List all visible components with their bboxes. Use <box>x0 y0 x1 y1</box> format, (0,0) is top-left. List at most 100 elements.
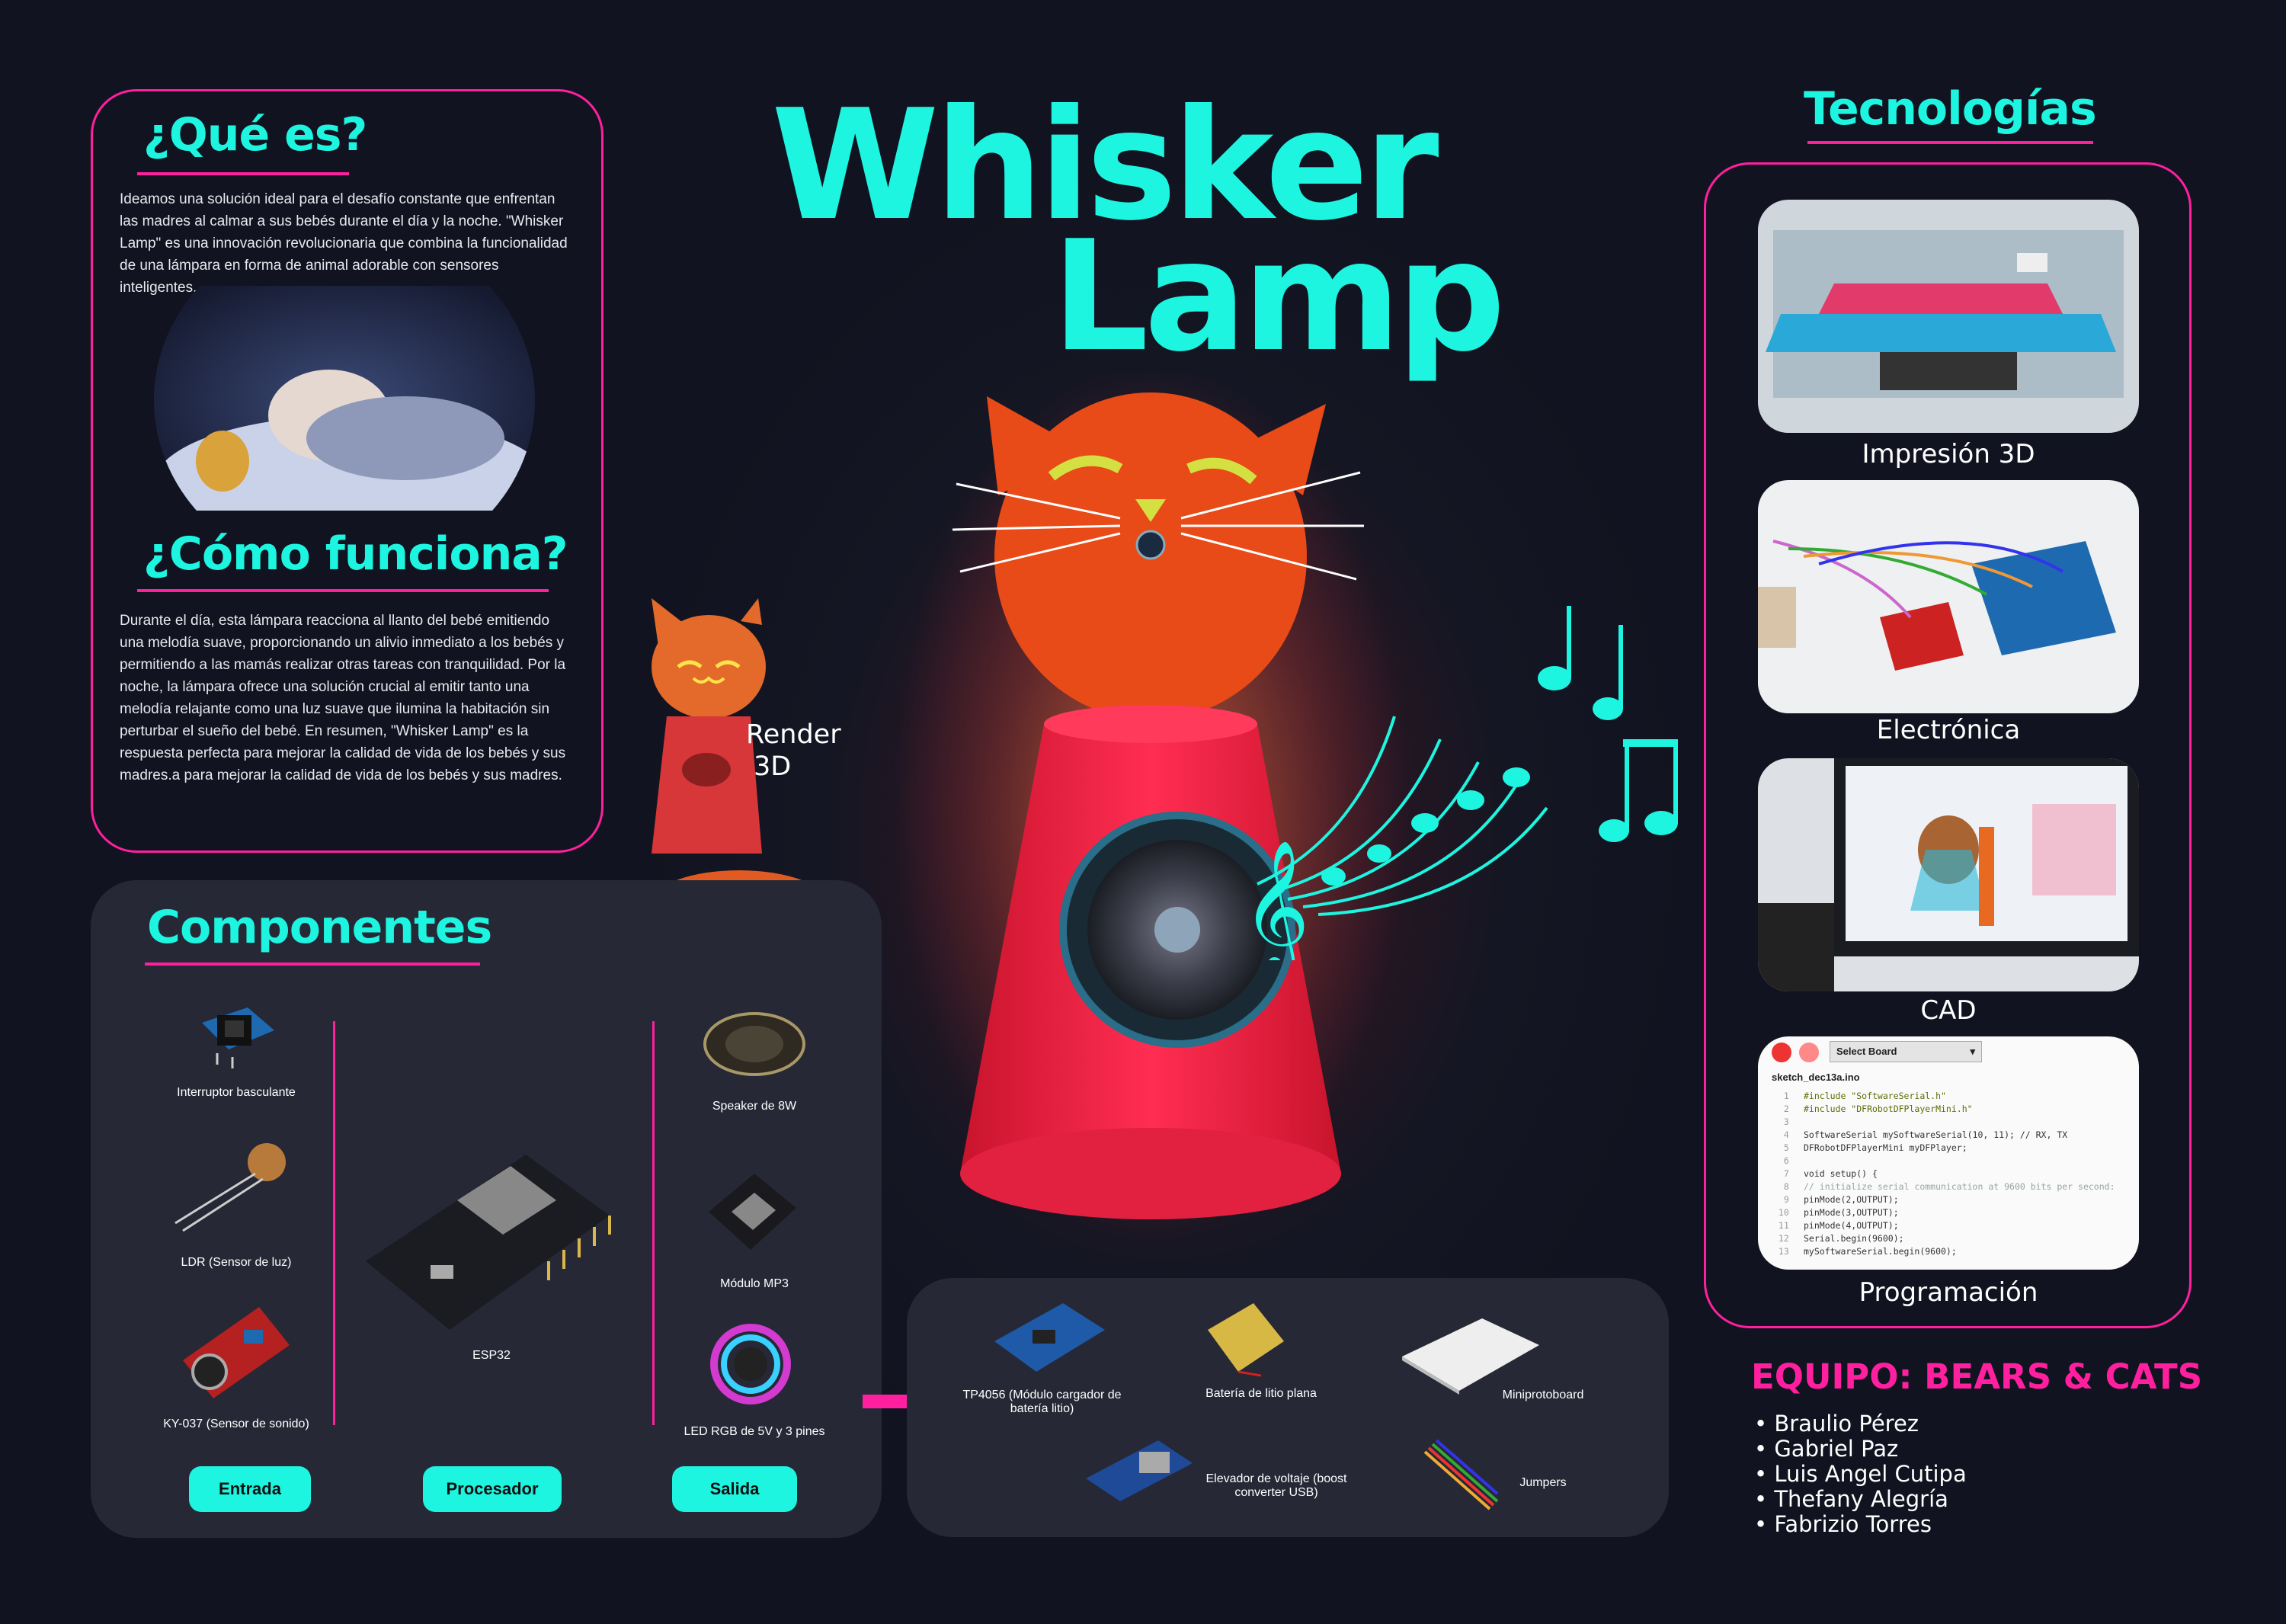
code-editor[interactable]: 1 #include "SoftwareSerial.h" 2 #include "… <box>1773 1090 2139 1258</box>
led-strip-image <box>710 1324 791 1405</box>
select-board-label: Select Board <box>1836 1046 1897 1057</box>
code-line: 5 DFRobotDFPlayerMini myDFPlayer; <box>1773 1142 2139 1155</box>
line-text: SoftwareSerial mySoftwareSerial(10, 11);… <box>1804 1129 2068 1140</box>
code-line: 4 SoftwareSerial mySoftwareSerial(10, 11)… <box>1773 1129 2139 1142</box>
line-text: void setup() { <box>1804 1168 1878 1179</box>
line-number: 1 <box>1773 1091 1789 1101</box>
line-number: 4 <box>1773 1129 1789 1140</box>
sound-sensor-image <box>183 1307 290 1398</box>
code-line: 13 mySoftwareSerial.begin(9600); <box>1773 1245 2139 1258</box>
line-number: 3 <box>1773 1116 1789 1127</box>
sleeping-baby-image <box>154 286 535 511</box>
line-text: Serial.begin(9600); <box>1804 1233 1904 1244</box>
que-es-text: Ideamos una solución ideal para el desaf… <box>120 191 568 296</box>
code-line: 8 // initialize serial communication at 9… <box>1773 1180 2139 1193</box>
line-number: 2 <box>1773 1103 1789 1114</box>
code-line: 6 <box>1773 1155 2139 1168</box>
svg-text:𝄞: 𝄞 <box>1242 840 1310 960</box>
programming-image: Select Board ▾ sketch_dec13a.ino 1 #inclu… <box>1758 1036 2139 1270</box>
chevron-down-icon: ▾ <box>1970 1046 1975 1057</box>
upload-icon <box>1772 1043 1791 1062</box>
lithium-battery-image <box>1208 1303 1284 1377</box>
code-line: 7 void setup() { <box>1773 1168 2139 1180</box>
tech-label: Electrónica <box>1876 715 2021 745</box>
esp32-image <box>366 1155 611 1330</box>
comp-label: Módulo MP3 <box>720 1277 789 1290</box>
code-line: 9 pinMode(2,OUTPUT); <box>1773 1193 2139 1206</box>
comp-label: Miniprotoboard <box>1502 1389 1584 1401</box>
heading-underline <box>137 172 349 175</box>
miniprotoboard-image <box>1402 1318 1539 1395</box>
render-label-line2: 3D <box>754 751 792 782</box>
comp-label: LDR (Sensor de luz) <box>181 1256 292 1269</box>
comp-label: ESP32 <box>472 1349 511 1362</box>
line-number: 6 <box>1773 1155 1789 1166</box>
line-text: // initialize serial communication at 96… <box>1804 1181 2115 1192</box>
equipo-heading: EQUIPO: BEARS & CATS <box>1751 1357 2203 1397</box>
componentes-heading: Componentes <box>147 901 492 954</box>
entrada-button[interactable]: Entrada <box>189 1466 311 1512</box>
render-3d-label: Render 3D <box>746 719 841 783</box>
como-funciona-heading: ¿Cómo funciona? <box>143 527 568 581</box>
team-list: Braulio Pérez Gabriel Paz Luis Angel Cut… <box>1754 1411 1967 1537</box>
heading-underline <box>145 963 480 966</box>
line-number: 8 <box>1773 1181 1789 1192</box>
line-number: 13 <box>1773 1246 1789 1257</box>
line-number: 9 <box>1773 1194 1789 1205</box>
comp-label: Batería de litio plana <box>1205 1387 1317 1400</box>
team-member: Gabriel Paz <box>1754 1437 1967 1462</box>
comp-label: TP4056 (Módulo cargador de batería litio… <box>962 1389 1122 1415</box>
line-text: #include "DFRobotDFPlayerMini.h" <box>1804 1103 1973 1114</box>
jumpers-image <box>1423 1439 1499 1510</box>
line-text: pinMode(3,OUTPUT); <box>1804 1207 1899 1218</box>
comp-label: Jumpers <box>1519 1476 1567 1489</box>
team-member: Fabrizio Torres <box>1754 1512 1967 1537</box>
line-number: 12 <box>1773 1233 1789 1244</box>
tp4056-image <box>994 1303 1105 1372</box>
3d-printing-image <box>1758 200 2139 433</box>
tech-label: CAD <box>1920 995 1977 1026</box>
code-line: 2 #include "DFRobotDFPlayerMini.h" <box>1773 1103 2139 1116</box>
line-number: 10 <box>1773 1207 1789 1218</box>
electronics-image <box>1758 480 2139 713</box>
tech-label: Programación <box>1859 1277 2038 1308</box>
line-text: pinMode(2,OUTPUT); <box>1804 1194 1899 1205</box>
mp3-module-image <box>709 1174 796 1250</box>
comp-label: Speaker de 8W <box>712 1100 797 1113</box>
heading-underline <box>137 589 549 592</box>
rocker-switch-image <box>202 1007 274 1068</box>
ldr-sensor-image <box>174 1143 286 1232</box>
code-line: 11 pinMode(4,OUTPUT); <box>1773 1219 2139 1232</box>
heading-underline <box>1807 141 2093 144</box>
title-line2: Lamp <box>1052 208 1506 386</box>
code-line: 1 #include "SoftwareSerial.h" <box>1773 1090 2139 1103</box>
column-divider <box>333 1021 335 1425</box>
tech-label: Impresión 3D <box>1862 439 2035 469</box>
line-number: 7 <box>1773 1168 1789 1179</box>
tecnologias-heading: Tecnologías <box>1804 82 2097 136</box>
boost-converter-image <box>1086 1440 1193 1501</box>
cad-image <box>1758 758 2139 991</box>
line-number: 5 <box>1773 1142 1789 1153</box>
file-tab[interactable]: sketch_dec13a.ino <box>1772 1071 1860 1083</box>
line-text: pinMode(4,OUTPUT); <box>1804 1220 1899 1231</box>
code-line: 10 pinMode(3,OUTPUT); <box>1773 1206 2139 1219</box>
comp-label: Interruptor basculante <box>177 1086 296 1099</box>
line-number: 11 <box>1773 1220 1789 1231</box>
speaker-image <box>703 1012 805 1076</box>
team-member: Braulio Pérez <box>1754 1411 1967 1437</box>
select-board-dropdown[interactable]: Select Board ▾ <box>1830 1041 1982 1062</box>
render-label-line1: Render <box>746 719 841 750</box>
como-funciona-text: Durante el día, esta lámpara reacciona a… <box>120 613 566 783</box>
code-line: 12 Serial.begin(9600); <box>1773 1232 2139 1245</box>
team-member: Luis Angel Cutipa <box>1754 1462 1966 1487</box>
music-notes-icon: 𝄞 <box>1242 606 1678 960</box>
comp-label: Elevador de voltaje (boost converter USB… <box>1205 1472 1347 1499</box>
line-text: #include "SoftwareSerial.h" <box>1804 1091 1946 1101</box>
comp-label: KY-037 (Sensor de sonido) <box>163 1417 309 1430</box>
procesador-button[interactable]: Procesador <box>423 1466 562 1512</box>
salida-button[interactable]: Salida <box>672 1466 797 1512</box>
team-member: Thefany Alegría <box>1754 1487 1967 1512</box>
code-line: 3 <box>1773 1116 2139 1129</box>
line-text: DFRobotDFPlayerMini myDFPlayer; <box>1804 1142 1967 1153</box>
